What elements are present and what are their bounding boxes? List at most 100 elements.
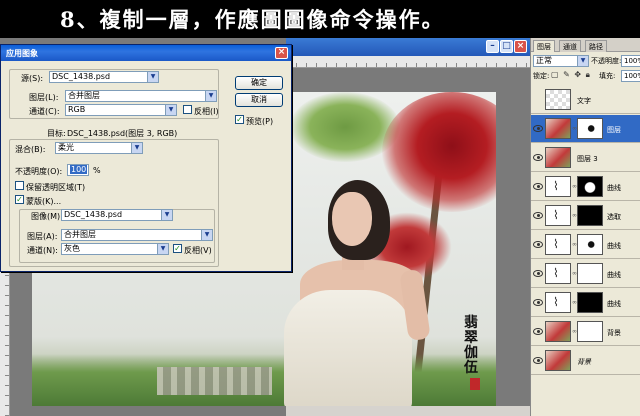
opacity-value: 100 (70, 165, 88, 174)
layer-thumbnail[interactable] (545, 118, 571, 139)
mask-checkbox[interactable]: ✓ (15, 195, 24, 204)
layer-row[interactable]: ∞曲线 (531, 173, 640, 201)
layer-mask-thumbnail[interactable] (577, 263, 603, 284)
dialog-title: 应用图象 (6, 49, 38, 58)
source-label: 源(S): (21, 74, 44, 83)
layer-thumbnail[interactable] (545, 234, 571, 255)
chevron-down-icon: ▼ (201, 230, 212, 240)
invert-source-checkbox[interactable] (183, 105, 192, 114)
eye-icon[interactable] (533, 154, 543, 161)
mask-layer-value: 合并图层 (64, 230, 96, 239)
layer-row[interactable]: 文字 (531, 86, 640, 114)
eye-icon[interactable] (533, 212, 543, 219)
layer-mask-thumbnail[interactable] (577, 205, 603, 226)
layer-mask-thumbnail[interactable] (577, 118, 603, 139)
layer-thumbnail[interactable] (545, 147, 571, 168)
layer-thumbnail[interactable] (545, 89, 571, 110)
layer-row[interactable]: ∞ 背景 (531, 318, 640, 346)
preview-label: 预览(P) (246, 117, 274, 126)
source-value: DSC_1438.psd (52, 72, 111, 81)
mask-channel-select[interactable]: 灰色 ▼ (61, 243, 169, 255)
channel-select[interactable]: RGB ▼ (65, 104, 177, 116)
preview-checkbox[interactable]: ✓ (235, 115, 244, 124)
close-icon[interactable]: × (275, 47, 288, 59)
chevron-down-icon: ▼ (157, 244, 168, 254)
channel-value: RGB (68, 105, 86, 114)
caption-text: 8、複制一層，作應圖圖像命令操作。 (60, 7, 445, 32)
layer-thumbnail[interactable] (545, 292, 571, 313)
layer-value: 合并图层 (68, 91, 100, 100)
close-icon[interactable]: × (514, 40, 527, 53)
layer-row[interactable]: ∞选取 (531, 202, 640, 230)
layer-thumbnail[interactable] (545, 350, 571, 371)
document-titlebar[interactable]: – □ × (286, 38, 530, 56)
layer-row[interactable]: ∞ 图层 (531, 115, 640, 143)
preserve-transparency-checkbox[interactable] (15, 181, 24, 190)
blend-mode-select[interactable]: 正常 ▼ (533, 55, 589, 67)
eye-icon[interactable] (533, 270, 543, 277)
layer-thumbnail[interactable] (545, 205, 571, 226)
chevron-down-icon: ▼ (165, 105, 176, 115)
ok-button[interactable]: 确定 (235, 76, 283, 90)
layer-name: 图层 (607, 126, 621, 134)
mask-channel-label: 通道(N): (27, 246, 58, 255)
eye-icon[interactable] (533, 183, 543, 190)
invert-mask-checkbox[interactable]: ✓ (173, 244, 182, 253)
layer-name: 文字 (577, 97, 591, 105)
layer-name: 曲线 (607, 184, 621, 192)
horizontal-scrollbar[interactable] (286, 406, 530, 416)
tab-paths[interactable]: 路径 (585, 40, 607, 52)
layer-row[interactable]: 背景 (531, 347, 640, 375)
mask-layer-label: 图层(A): (27, 232, 58, 241)
source-select[interactable]: DSC_1438.psd ▼ (49, 71, 159, 83)
cancel-button[interactable]: 取消 (235, 93, 283, 107)
blend-mode-value: 正常 (536, 56, 552, 65)
eye-icon[interactable] (533, 357, 543, 364)
woman-dress (284, 290, 412, 406)
blending-value: 柔光 (58, 143, 74, 152)
eye-icon[interactable] (533, 299, 543, 306)
layer-select[interactable]: 合并图层 ▼ (65, 90, 217, 102)
caption-bar: 8、複制一層，作應圖圖像命令操作。 (0, 0, 640, 38)
layer-row[interactable]: ∞曲线 (531, 231, 640, 259)
layer-thumbnail[interactable] (545, 176, 571, 197)
layer-thumbnail[interactable] (545, 321, 571, 342)
fill-input[interactable]: 100% (621, 70, 640, 82)
apply-image-dialog: 应用图象 × 源(S): DSC_1438.psd ▼ 图层(L): 合并图层 … (0, 44, 292, 272)
layer-mask-thumbnail[interactable] (577, 176, 603, 197)
layer-row[interactable]: 图层 3 (531, 144, 640, 172)
opacity-input[interactable]: 100 (67, 164, 89, 176)
woman-face (332, 192, 372, 246)
layer-name: 选取 (607, 213, 621, 221)
invert-source-label: 反相(I) (194, 107, 219, 116)
mask-layer-select[interactable]: 合并图层 ▼ (61, 229, 213, 241)
blending-label: 混合(B): (15, 145, 46, 154)
minimize-icon[interactable]: – (486, 40, 499, 53)
blending-select[interactable]: 柔光 ▼ (55, 142, 143, 154)
lock-icons[interactable]: ▢ ✎ ✥ 🔒︎ (551, 70, 591, 80)
target-label: 目标: (47, 129, 66, 138)
maximize-icon[interactable]: □ (500, 40, 513, 53)
layer-row[interactable]: ∞曲线 (531, 260, 640, 288)
dialog-titlebar[interactable]: 应用图象 × (1, 45, 291, 61)
layer-label: 图层(L): (29, 93, 59, 102)
layer-mask-thumbnail[interactable] (577, 234, 603, 255)
tab-layers[interactable]: 图层 (533, 40, 555, 52)
image-value: DSC_1438.psd (64, 210, 123, 219)
eye-icon[interactable] (533, 125, 543, 132)
chevron-down-icon: ▼ (205, 91, 216, 101)
layer-row[interactable]: ∞曲线 (531, 289, 640, 317)
panel-tabs: 图层 通道 路径 (531, 38, 640, 52)
layer-mask-thumbnail[interactable] (577, 292, 603, 313)
chevron-down-icon: ▼ (577, 56, 588, 66)
layer-thumbnail[interactable] (545, 263, 571, 284)
image-select[interactable]: DSC_1438.psd ▼ (61, 209, 173, 221)
layer-mask-thumbnail[interactable] (577, 321, 603, 342)
tab-channels[interactable]: 通道 (559, 40, 581, 52)
eye-icon[interactable] (533, 328, 543, 335)
panel-opacity-input[interactable]: 100% (621, 55, 640, 67)
layer-name: 曲线 (607, 300, 621, 308)
red-maple-leaves (382, 92, 496, 212)
eye-icon[interactable] (533, 241, 543, 248)
layers-list: 文字∞图层图层 3∞曲线∞选取∞曲线∞曲线∞曲线∞背景背景 (531, 86, 640, 416)
